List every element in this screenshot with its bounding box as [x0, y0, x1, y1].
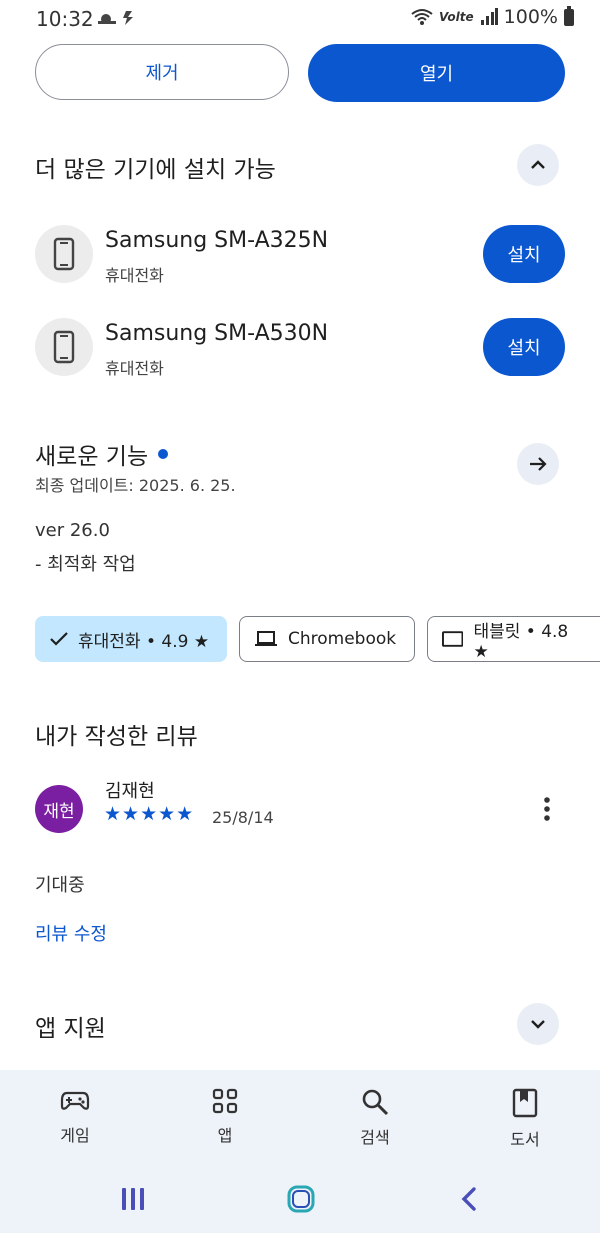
nav-apps[interactable]: 앱 [180, 1088, 270, 1146]
version-text: ver 26.0 [35, 520, 110, 541]
devices-section-title: 더 많은 기기에 설치 가능 [35, 157, 276, 183]
more-options-button[interactable] [534, 795, 560, 825]
tablet-icon [442, 631, 464, 647]
device-name-1: Samsung SM-A325N [105, 228, 329, 253]
new-indicator-dot [158, 449, 169, 459]
chip-tablet[interactable]: 태블릿 • 4.8 ★ [427, 616, 600, 662]
whats-new-header: 새로운 기능 [35, 437, 169, 471]
review-stars: ★★★★★ [104, 803, 195, 825]
wifi-icon [411, 9, 433, 25]
status-right: Volte 100% [411, 5, 574, 28]
home-icon [287, 1185, 315, 1213]
review-body: 기대중 [35, 875, 85, 896]
device-type-2: 휴대전화 [105, 359, 164, 378]
nav-games[interactable]: 게임 [30, 1088, 120, 1146]
laptop-icon [255, 631, 277, 646]
bottom-navigation: 게임 앱 검색 도서 [0, 1070, 600, 1233]
chip-phone[interactable]: 휴대전화 • 4.9 ★ [35, 616, 227, 662]
status-bar: 10:32 Volte 100% [0, 0, 600, 38]
expand-button[interactable] [517, 1003, 559, 1045]
chevron-up-icon [531, 160, 545, 169]
whats-new-title: 새로운 기능 [35, 444, 149, 470]
update-note: - 최적화 작업 [35, 554, 136, 575]
status-time: 10:32 [36, 7, 94, 31]
nav-search-label: 검색 [360, 1128, 390, 1147]
book-icon [512, 1088, 538, 1118]
device-type-1: 휴대전화 [105, 266, 164, 285]
phone-icon [53, 330, 75, 364]
remove-button[interactable]: 제거 [35, 44, 289, 100]
search-icon [362, 1089, 389, 1116]
nav-books[interactable]: 도서 [480, 1088, 570, 1150]
last-updated: 최종 업데이트: 2025. 6. 25. [35, 476, 236, 495]
my-review-title: 내가 작성한 리뷰 [35, 724, 198, 750]
review-date: 25/8/14 [212, 808, 274, 827]
nav-apps-label: 앱 [217, 1126, 233, 1145]
nav-games-label: 게임 [60, 1126, 90, 1145]
chip-chromebook-label: Chromebook [288, 629, 397, 649]
nav-books-label: 도서 [510, 1130, 540, 1149]
open-button[interactable]: 열기 [308, 44, 565, 102]
device-icon-1 [35, 225, 93, 283]
chip-tablet-label: 태블릿 • 4.8 ★ [473, 621, 569, 662]
check-icon [50, 632, 68, 646]
collapse-button[interactable] [517, 144, 559, 186]
gamepad-icon [60, 1091, 90, 1110]
chevron-down-icon [531, 1020, 545, 1029]
arrow-right-icon [530, 457, 547, 471]
back-button[interactable] [458, 1186, 480, 1212]
nav-search[interactable]: 검색 [330, 1088, 420, 1148]
volte-label: Volte [439, 10, 474, 24]
app-support-title: 앱 지원 [35, 1016, 106, 1042]
whats-new-arrow-button[interactable] [517, 443, 559, 485]
battery-icon [564, 5, 574, 26]
chip-phone-label: 휴대전화 • 4.9 ★ [78, 631, 210, 652]
edit-review-link[interactable]: 리뷰 수정 [35, 920, 107, 946]
avatar: 재현 [35, 785, 83, 833]
recent-apps-button[interactable] [120, 1186, 146, 1212]
device-name-2: Samsung SM-A530N [105, 321, 329, 346]
status-notification-icons [96, 7, 140, 32]
chip-chromebook[interactable]: Chromebook [239, 616, 415, 662]
device-icon-2 [35, 318, 93, 376]
battery-percent: 100% [503, 6, 558, 28]
recent-apps-icon [122, 1188, 144, 1210]
phone-icon [53, 237, 75, 271]
install-button-1[interactable]: 설치 [483, 225, 565, 283]
weather-icon [98, 11, 133, 25]
back-icon [461, 1187, 476, 1211]
review-author: 김재현 [105, 781, 155, 802]
home-button[interactable] [286, 1184, 316, 1214]
install-button-2[interactable]: 설치 [483, 318, 565, 376]
signal-icon [480, 8, 498, 25]
apps-grid-icon [212, 1088, 238, 1114]
more-vert-icon [544, 797, 550, 821]
